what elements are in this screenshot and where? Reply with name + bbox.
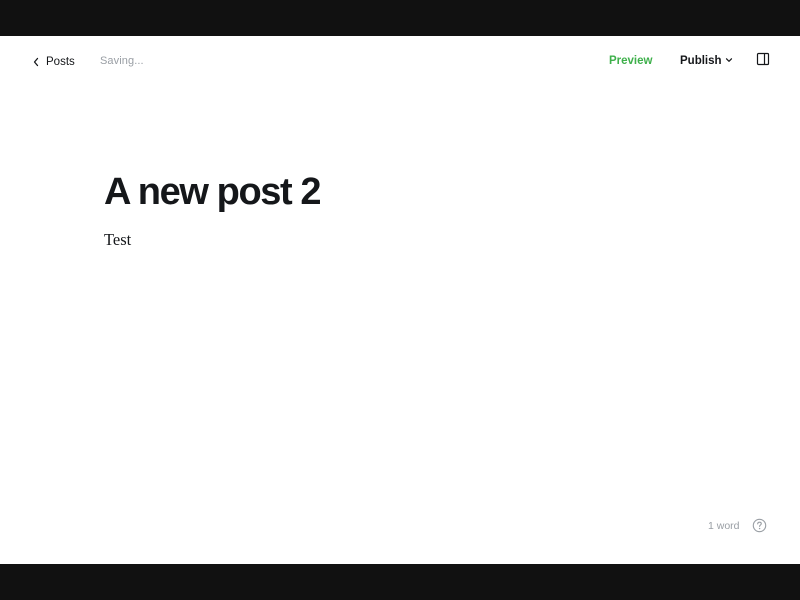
save-status: Saving... xyxy=(100,55,144,67)
word-count: 1 word xyxy=(708,520,740,532)
publish-label: Publish xyxy=(680,55,722,67)
sidebar-toggle-icon[interactable] xyxy=(756,52,770,66)
post-title[interactable]: A new post 2 xyxy=(104,170,322,214)
window-top-bar xyxy=(0,0,800,36)
post-body[interactable]: Test xyxy=(104,230,131,250)
window-bottom-bar xyxy=(0,564,800,600)
editor-header: Posts Saving... Preview Publish xyxy=(0,36,800,88)
chevron-left-icon xyxy=(32,57,40,67)
question-icon[interactable] xyxy=(752,518,767,533)
preview-button[interactable]: Preview xyxy=(609,55,652,67)
back-to-posts-link[interactable]: Posts xyxy=(32,54,75,70)
back-link-label: Posts xyxy=(46,56,75,68)
chevron-down-icon xyxy=(725,55,733,67)
publish-dropdown-button[interactable]: Publish xyxy=(680,55,733,67)
post-editor: Posts Saving... Preview Publish A new po… xyxy=(0,36,800,564)
